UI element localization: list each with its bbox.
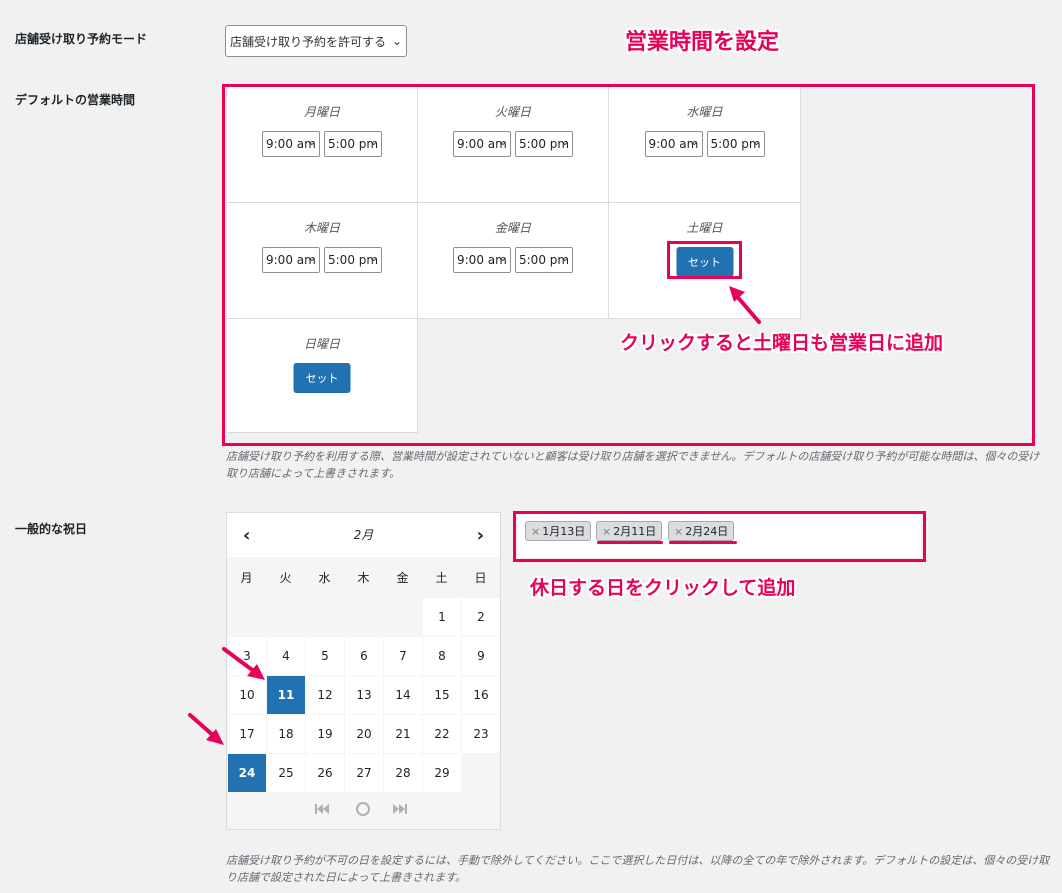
annotation-saturday-hint: クリックすると土曜日も営業日に追加 bbox=[620, 332, 944, 354]
calendar-day[interactable]: 6 bbox=[345, 637, 383, 675]
calendar-day[interactable]: 1 bbox=[423, 598, 461, 636]
calendar-day[interactable]: 28 bbox=[384, 754, 422, 792]
calendar-day[interactable]: 15 bbox=[423, 676, 461, 714]
calendar-day[interactable]: 13 bbox=[345, 676, 383, 714]
weekday-label: 日 bbox=[474, 571, 487, 585]
annotation-holiday-hint: 休日する日をクリックして追加 bbox=[530, 577, 796, 599]
holiday-calendar: ‹ 2月 › 月 火 水 木 金 土 日 1 2 3 4 5 6 7 8 9 1… bbox=[226, 512, 501, 830]
calendar-day[interactable]: 12 bbox=[306, 676, 344, 714]
holiday-tag-label: 2月11日 bbox=[613, 525, 657, 538]
calendar-month: 2月 bbox=[353, 528, 374, 542]
calendar-day[interactable]: 5 bbox=[306, 637, 344, 675]
circle-today-icon[interactable] bbox=[355, 801, 371, 817]
remove-tag-icon[interactable]: × bbox=[531, 525, 540, 538]
weekday-label: 土 bbox=[435, 571, 448, 585]
arrow-pointer-icon bbox=[222, 647, 265, 680]
calendar-day-selected[interactable]: 24 bbox=[228, 754, 266, 792]
calendar-day[interactable]: 27 bbox=[345, 754, 383, 792]
calendar-day[interactable]: 22 bbox=[423, 715, 461, 753]
holiday-tag[interactable]: × 2月24日 bbox=[668, 521, 735, 541]
pickup-mode-value: 店舗受け取り予約を許可する bbox=[230, 34, 387, 49]
calendar-day[interactable]: 26 bbox=[306, 754, 344, 792]
holiday-tags-input[interactable]: × 1月13日 × 2月11日 × 2月24日 bbox=[518, 514, 921, 558]
calendar-day[interactable]: 7 bbox=[384, 637, 422, 675]
calendar-day[interactable]: 20 bbox=[345, 715, 383, 753]
fast-forward-icon[interactable] bbox=[393, 803, 407, 815]
pickup-mode-select[interactable]: 店舗受け取り予約を許可する ⌄ bbox=[225, 25, 407, 57]
holiday-tag[interactable]: × 1月13日 bbox=[525, 521, 592, 541]
weekday-label: 金 bbox=[396, 571, 409, 585]
calendar-day[interactable]: 16 bbox=[462, 676, 500, 714]
calendar-day[interactable]: 25 bbox=[267, 754, 305, 792]
calendar-day[interactable]: 8 bbox=[423, 637, 461, 675]
calendar-header: ‹ 2月 › bbox=[227, 513, 500, 557]
calendar-day[interactable]: 19 bbox=[306, 715, 344, 753]
annotation-hours-frame bbox=[222, 84, 1035, 446]
holidays-label: 一般的な祝日 bbox=[15, 522, 88, 536]
annotation-saturday-frame bbox=[667, 241, 742, 279]
holiday-tag-label: 2月24日 bbox=[685, 525, 729, 538]
arrow-pointer-icon bbox=[188, 713, 224, 745]
weekday-label: 木 bbox=[357, 571, 370, 585]
pickup-mode-label: 店舗受け取り予約モード bbox=[15, 32, 148, 46]
chevron-down-icon: ⌄ bbox=[391, 34, 402, 48]
annotation-set-hours: 営業時間を設定 bbox=[625, 30, 780, 55]
hours-description: 店舗受け取り予約を利用する際、営業時間が設定されていないと顧客は受け取り店舗を選… bbox=[226, 450, 1040, 480]
rewind-icon[interactable] bbox=[315, 803, 329, 815]
remove-tag-icon[interactable]: × bbox=[674, 525, 683, 538]
calendar-day[interactable]: 14 bbox=[384, 676, 422, 714]
calendar-day[interactable]: 18 bbox=[267, 715, 305, 753]
calendar-day[interactable]: 23 bbox=[462, 715, 500, 753]
calendar-day[interactable]: 21 bbox=[384, 715, 422, 753]
weekday-label: 月 bbox=[240, 571, 253, 585]
calendar-day[interactable]: 17 bbox=[228, 715, 266, 753]
calendar-day[interactable]: 2 bbox=[462, 598, 500, 636]
holiday-tag[interactable]: × 2月11日 bbox=[596, 521, 663, 541]
remove-tag-icon[interactable]: × bbox=[602, 525, 611, 538]
calendar-day[interactable]: 4 bbox=[267, 637, 305, 675]
arrow-pointer-icon bbox=[729, 286, 761, 324]
tag-underline bbox=[597, 541, 663, 544]
tag-underline bbox=[669, 541, 737, 544]
weekday-label: 水 bbox=[318, 571, 331, 585]
holiday-tag-label: 1月13日 bbox=[542, 525, 586, 538]
weekday-label: 火 bbox=[279, 571, 292, 585]
calendar-day[interactable]: 29 bbox=[423, 754, 461, 792]
default-hours-label: デフォルトの営業時間 bbox=[15, 93, 136, 107]
calendar-day[interactable]: 9 bbox=[462, 637, 500, 675]
next-month-icon[interactable]: › bbox=[477, 525, 484, 546]
holidays-description: 店舗受け取り予約が不可の日を設定するには、手動で除外してください。ここで選択した… bbox=[226, 854, 1050, 884]
calendar-day-selected[interactable]: 11 bbox=[267, 676, 305, 714]
